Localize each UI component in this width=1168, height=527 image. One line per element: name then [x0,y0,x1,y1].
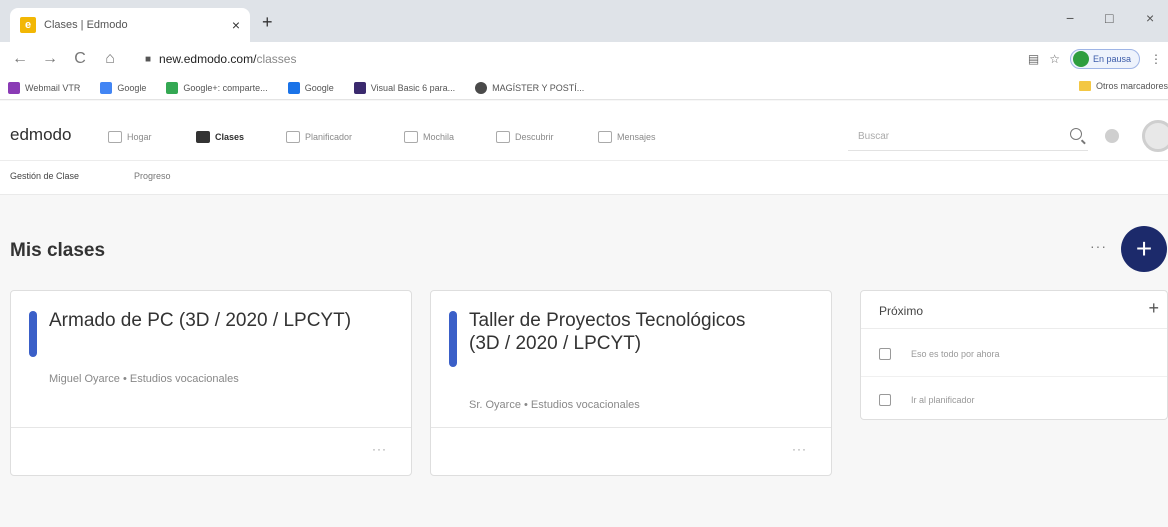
tab-progreso[interactable]: Progreso [134,171,171,181]
notifications-icon[interactable] [1105,129,1119,143]
nav-label: Mensajes [617,132,656,142]
home-icon[interactable]: ⌂ [100,50,120,68]
page-title: Mis clases [10,240,106,261]
class-color-bar [29,311,37,357]
add-event-icon[interactable]: + [1148,298,1159,319]
discover-icon [496,131,510,143]
search-input[interactable]: Buscar [848,121,1088,151]
bookmark-label: Google [304,82,334,93]
bookmark-label: Visual Basic 6 para... [370,82,456,93]
class-subnav: Gestión de Clase Progreso [0,161,1168,195]
reload-icon[interactable]: C [70,50,90,68]
backpack-icon [404,131,418,143]
planner-icon [286,131,300,143]
bookmark-label: Google [117,82,147,93]
bookmark-icon [353,81,366,94]
add-class-button[interactable]: + [1121,226,1167,272]
other-bookmarks[interactable]: Otros marcadores [1078,81,1168,91]
class-meta: Sr. Oyarce • Estudios vocacionales [469,399,640,411]
browser-menu-icon[interactable]: ⋮ [1150,52,1162,66]
edmodo-logo[interactable]: edmodo [10,125,71,145]
nav-label: Planificador [305,132,353,142]
class-card[interactable]: Taller de Proyectos Tecnológicos (3D / 2… [430,290,832,476]
profile-avatar [1072,51,1089,67]
back-icon[interactable]: ← [10,50,30,68]
class-more-icon[interactable]: ··· [372,442,387,456]
bookmark-label: Google+: comparte... [183,82,268,93]
nav-label: Hogar [127,132,152,142]
address-row: ← → C ⌂ ■ new.edmodo.com/ classes ▤ ☆ En… [0,42,1168,76]
translate-icon[interactable]: ▤ [1028,52,1039,66]
upcoming-panel: Próximo + Eso es todo por ahora Ir al pl… [860,290,1168,420]
tab-gestion-de-clase[interactable]: Gestión de Clase [10,171,79,181]
profile-label: En pausa [1092,54,1131,64]
coffee-icon [879,347,891,360]
browser-tab-strip: e Clases | Edmodo × + − □ × [0,0,1168,42]
go-to-planner-link[interactable]: Ir al planificador [861,377,1167,423]
nav-item-mochila[interactable]: Mochila [404,131,454,143]
bookmark-item[interactable]: Google+: comparte... [166,81,268,94]
class-name[interactable]: Taller de Proyectos Tecnológicos (3D / 2… [469,309,779,355]
class-name[interactable]: Armado de PC (3D / 2020 / LPCYT) [49,309,379,332]
new-tab-icon[interactable]: + [262,12,273,33]
nav-label: Clases [215,132,245,142]
upcoming-title: Próximo [879,304,924,318]
bookmark-icon [8,81,20,94]
star-icon[interactable]: ☆ [1049,52,1060,66]
folder-icon [1078,81,1091,91]
home-icon [108,131,122,143]
tab-close-icon[interactable]: × [232,17,240,33]
profile-button[interactable]: En pausa [1069,49,1140,69]
other-bookmarks-label: Otros marcadores [1095,81,1168,91]
class-more-icon[interactable]: ··· [792,442,807,456]
nav-label: Mochila [423,132,455,142]
class-card-footer: ··· [11,427,411,475]
more-options-icon[interactable]: ··· [1090,238,1107,254]
nav-item-planificador[interactable]: Planificador [286,131,352,143]
tab-title: Clases | Edmodo [44,19,128,31]
bookmarks-bar: Webmail VTR Google Google+: comparte... … [0,76,1168,100]
google-icon [100,81,113,94]
upcoming-empty-text: Eso es todo por ahora [911,348,1000,359]
class-meta: Miguel Oyarce • Estudios vocacionales [49,373,239,385]
bookmark-icon [166,81,179,94]
edmodo-favicon-icon: e [20,17,36,33]
forward-icon[interactable]: → [40,50,60,68]
bookmark-label: MAGÍSTER Y POSTÍ... [492,82,585,93]
bookmark-label: Webmail VTR [25,82,81,93]
url-bar[interactable]: ■ new.edmodo.com/ classes [145,47,975,71]
bookmark-item[interactable]: Google [287,81,334,94]
nav-item-mensajes[interactable]: Mensajes [598,131,656,143]
nav-item-hogar[interactable]: Hogar [108,131,152,143]
calendar-icon [879,394,891,406]
lock-icon: ■ [145,53,152,65]
minimize-icon[interactable]: − [1066,10,1074,26]
upcoming-header: Próximo + [861,291,1167,329]
class-color-bar [449,311,457,367]
window-close-icon[interactable]: × [1146,10,1154,26]
upcoming-empty-row: Eso es todo por ahora [861,331,1167,377]
nav-label: Descubrir [515,132,554,142]
class-card[interactable]: Armado de PC (3D / 2020 / LPCYT) Miguel … [10,290,412,476]
url-path: classes [256,52,297,66]
google-translate-icon [287,81,300,94]
class-card-footer: ··· [431,427,831,475]
bookmark-item[interactable]: Google [100,81,147,94]
maximize-icon[interactable]: □ [1105,10,1113,26]
nav-item-clases[interactable]: Clases [196,131,244,143]
search-icon[interactable] [1070,128,1082,140]
search-placeholder: Buscar [858,131,890,142]
bookmark-item[interactable]: MAGÍSTER Y POSTÍ... [475,81,585,94]
app-header: edmodo Hogar Clases Planificador Mochila… [0,101,1168,161]
bookmark-item[interactable]: Webmail VTR [8,81,81,94]
bookmark-item[interactable]: Visual Basic 6 para... [353,81,456,94]
go-to-planner-label: Ir al planificador [911,395,975,405]
messages-icon [598,131,612,143]
browser-tab[interactable]: e Clases | Edmodo × [10,8,250,42]
user-avatar[interactable] [1142,120,1168,152]
url-host: new.edmodo.com/ [159,52,257,66]
nav-item-descubrir[interactable]: Descubrir [496,131,554,143]
classes-icon [196,131,210,143]
globe-icon [475,81,488,94]
